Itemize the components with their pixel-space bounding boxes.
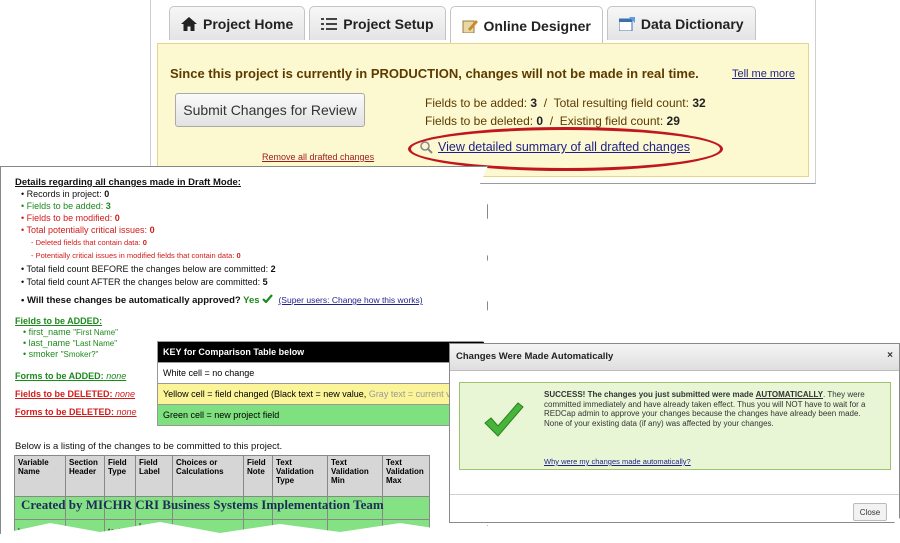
col-field-note: Field Note	[243, 455, 273, 497]
tab-project-setup[interactable]: Project Setup	[309, 6, 446, 40]
fields-deleted-summary: Fields to be deleted: 0 / Existing field…	[425, 114, 680, 128]
detail-count-before: • Total field count BEFORE the changes b…	[21, 264, 276, 274]
tab-label: Project Home	[203, 15, 294, 32]
detail-count-after: • Total field count AFTER the changes be…	[21, 277, 268, 287]
production-notice: Since this project is currently in PRODU…	[157, 43, 809, 177]
remove-drafted-changes-link[interactable]: Remove all drafted changes	[262, 152, 374, 162]
home-icon	[181, 16, 197, 31]
added-field-item: • last_name "Last Name"	[23, 338, 118, 348]
col-validation-min: Text Validation Min	[327, 455, 383, 497]
comparison-header-row: Variable Name Section Header Field Type …	[14, 455, 430, 497]
col-section-header: Section Header	[65, 455, 105, 497]
list-icon	[321, 17, 338, 30]
auto-approve-line: • Will these changes be automatically ap…	[21, 294, 423, 306]
tab-data-dictionary[interactable]: Data Dictionary	[606, 6, 756, 40]
detail-modified-with-data: - Potentially critical issues in modifie…	[31, 251, 241, 260]
detail-fields-modified: • Fields to be modified: 0	[21, 213, 120, 223]
col-validation-max: Text Validation Max	[382, 455, 430, 497]
tab-online-designer[interactable]: Online Designer	[449, 6, 603, 44]
forms-added-heading: Forms to be ADDED: none	[15, 371, 127, 381]
draft-details-panel: Details regarding all changes made in Dr…	[0, 166, 489, 534]
listing-heading: Below is a listing of the changes to be …	[15, 441, 283, 452]
dialog-title: Changes Were Made Automatically	[456, 351, 614, 362]
highlight-ellipse	[408, 127, 723, 171]
fields-deleted-heading: Fields to be DELETED: none	[15, 389, 136, 399]
detail-fields-added: • Fields to be added: 3	[21, 201, 111, 211]
watermark-text: Created by MICHR CRI Business Systems Im…	[21, 497, 384, 512]
key-green-row: Green cell = new project field	[157, 404, 489, 426]
col-variable-name: Variable Name	[14, 455, 66, 497]
added-field-item: • first_name "First Name"	[23, 327, 118, 337]
dialog-title-bar: Changes Were Made Automatically ×	[450, 344, 899, 371]
project-tabs: Project Home Project Setup Online Design…	[169, 6, 756, 44]
production-warning-text: Since this project is currently in PRODU…	[170, 66, 699, 81]
added-field-item: • smoker "Smoker?"	[23, 349, 99, 359]
detail-deleted-with-data: - Deleted fields that contain data: 0	[31, 238, 147, 247]
key-white-row: White cell = no change	[157, 362, 489, 384]
success-message: SUCCESS! The changes you just submitted …	[544, 390, 866, 428]
success-message-box: SUCCESS! The changes you just submitted …	[459, 382, 891, 470]
table-row: last_name text Last Name	[14, 519, 430, 534]
fields-deleted-count: 0	[536, 114, 544, 128]
auto-changes-dialog: Changes Were Made Automatically × SUCCES…	[449, 343, 900, 523]
comparison-key-table: KEY for Comparison Table below White cel…	[157, 341, 489, 426]
fields-added-summary: Fields to be added: 3 / Total resulting …	[425, 96, 706, 110]
checkmark-icon	[262, 294, 274, 304]
auto-approve-value: Yes	[243, 295, 260, 306]
col-choices: Choices or Calculations	[172, 455, 244, 497]
col-validation-type: Text Validation Type	[272, 455, 328, 497]
spreadsheet-icon	[618, 16, 635, 31]
close-button[interactable]: Close	[853, 503, 887, 521]
why-auto-link[interactable]: Why were my changes made automatically?	[544, 457, 691, 466]
fields-added-count: 3	[530, 96, 538, 110]
details-title: Details regarding all changes made in Dr…	[15, 177, 241, 188]
tell-me-more-link[interactable]: Tell me more	[732, 68, 795, 80]
tab-label: Online Designer	[483, 17, 591, 34]
key-table-title: KEY for Comparison Table below	[157, 341, 489, 363]
forms-deleted-heading: Forms to be DELETED: none	[15, 407, 137, 417]
fields-added-heading: Fields to be ADDED:	[15, 316, 103, 326]
total-resulting-count: 32	[692, 96, 706, 110]
detail-critical-issues: • Total potentially critical issues: 0	[21, 225, 155, 235]
key-yellow-row: Yellow cell = field changed (Black text …	[157, 383, 489, 405]
detail-records: • Records in project: 0	[21, 189, 110, 199]
super-users-link[interactable]: (Super users: Change how this works)	[278, 295, 422, 305]
tab-project-home[interactable]: Project Home	[169, 6, 306, 40]
dialog-divider	[450, 494, 899, 495]
submit-changes-button[interactable]: Submit Changes for Review	[175, 93, 365, 127]
designer-icon	[462, 19, 478, 33]
col-field-type: Field Type	[104, 455, 136, 497]
success-checkmark-icon	[484, 402, 524, 437]
project-header-panel: Project Home Project Setup Online Design…	[150, 0, 816, 184]
existing-field-count: 29	[666, 114, 680, 128]
tab-label: Project Setup	[343, 15, 434, 32]
col-field-label: Field Label	[135, 455, 173, 497]
close-icon[interactable]: ×	[887, 350, 893, 361]
tab-label: Data Dictionary	[640, 15, 744, 32]
